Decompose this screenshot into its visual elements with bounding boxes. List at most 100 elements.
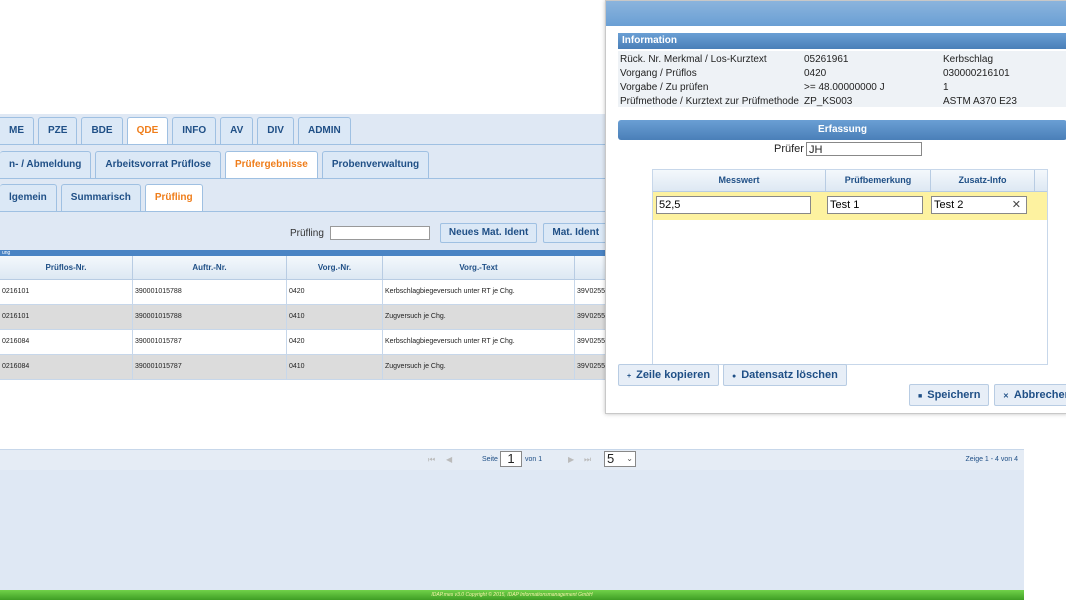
col-auftr-nr[interactable]: Auftr.-Nr.: [133, 256, 287, 279]
cell-vorgangtext: Kerbschlagbiegeversuch unter RT je Chg.: [383, 330, 575, 354]
cell-prueflos: 0216101: [0, 280, 133, 304]
pager: ⏮ ◀ Seite 1 von 1 ▶ ⏭ 5 ⌄ Zeige 1 - 4 von…: [0, 449, 1024, 470]
tab-summarisch[interactable]: Summarisch: [60, 184, 141, 211]
tab-av[interactable]: AV: [220, 117, 254, 144]
mat-ident-button[interactable]: Mat. Ident: [543, 223, 609, 243]
von-label: von 1: [525, 456, 543, 463]
cell-prueflos: 0216084: [0, 355, 133, 379]
info-label: Prüfmethode / Kurztext zur Prüfmethode: [620, 96, 799, 107]
info-section-title: Information: [618, 33, 1066, 49]
page-size-select[interactable]: 5 ⌄: [604, 451, 636, 467]
plus-icon: +: [627, 373, 632, 380]
abbrechen-label: Abbrechen: [1013, 389, 1066, 401]
tab-abmeldung[interactable]: n- / Abmeldung: [0, 151, 92, 178]
datensatz-loeschen-button[interactable]: ● Datensatz löschen: [723, 364, 847, 386]
speichern-button[interactable]: ■ Speichern: [909, 384, 990, 406]
info-value: 05261961: [804, 54, 849, 65]
cell-vorgang: 0420: [287, 330, 383, 354]
cell-vorgang: 0410: [287, 355, 383, 379]
abbrechen-button[interactable]: ✕ Abbrechen: [994, 384, 1066, 406]
sub-nav: n- / Abmeldung Arbeitsvorrat Prüflose Pr…: [0, 151, 430, 179]
next-page-icon[interactable]: ▶: [568, 455, 574, 464]
cell-messwert: [653, 192, 814, 220]
cell-auftrag: 390001015787: [133, 330, 287, 354]
col-prueflos-nr[interactable]: Prüflos-Nr.: [0, 256, 133, 279]
speichern-label: Speichern: [927, 389, 981, 401]
prev-page-icon[interactable]: ◀: [446, 455, 452, 464]
tab-info[interactable]: INFO: [172, 117, 217, 144]
cell-pruefbemerkung: [824, 192, 926, 220]
info-label: Rück. Nr. Merkmal / Los-Kurztext: [620, 54, 767, 65]
erfassung-section-title: Erfassung: [618, 120, 1066, 140]
info-section: Rück. Nr. Merkmal / Los-Kurztext 0526196…: [618, 51, 1066, 107]
erfassung-header: Messwert Prüfbemerkung Zusatz-Info: [653, 170, 1047, 192]
erfassung-table: Messwert Prüfbemerkung Zusatz-Info ✕: [652, 169, 1048, 365]
pruefer-input[interactable]: JH: [806, 142, 922, 156]
neues-mat-ident-button[interactable]: Neues Mat. Ident: [439, 223, 538, 243]
erfassung-dialog: Information Rück. Nr. Merkmal / Los-Kurz…: [605, 0, 1066, 414]
tab-me[interactable]: ME: [0, 117, 34, 144]
cell-auftrag: 390001015788: [133, 280, 287, 304]
cell-auftrag: 390001015788: [133, 305, 287, 329]
tab-pruefergebnisse[interactable]: Prüfergebnisse: [225, 151, 318, 178]
datensatz-loeschen-label: Datensatz löschen: [741, 369, 838, 381]
main-nav: ME PZE BDE QDE INFO AV DIV ADMIN: [0, 117, 351, 145]
col-messwert[interactable]: Messwert: [653, 170, 826, 191]
dialog-titlebar[interactable]: [606, 1, 1066, 26]
col-scroll: [1035, 170, 1047, 191]
page-size-value: 5: [607, 451, 615, 466]
info-value: 1: [943, 82, 949, 93]
cell-vorgangtext: Zugversuch je Chg.: [383, 305, 575, 329]
footer-copyright: IDAP.mes v3.0 Copyright © 2015, IDAP Inf…: [0, 590, 1024, 600]
info-label: Vorgang / Prüflos: [620, 68, 697, 79]
cell-zusatz-info: ✕: [928, 192, 1030, 220]
save-icon: ■: [918, 393, 923, 400]
tab-pruefling[interactable]: Prüfling: [144, 184, 203, 211]
clear-icon[interactable]: ✕: [1012, 198, 1021, 211]
tab-allgemein[interactable]: lgemein: [0, 184, 57, 211]
info-value: >= 48.00000000 J: [804, 82, 885, 93]
erfassung-row[interactable]: ✕: [653, 192, 1047, 220]
tab-probenverwaltung[interactable]: Probenverwaltung: [321, 151, 430, 178]
cell-vorgang: 0420: [287, 280, 383, 304]
messwert-input[interactable]: [656, 196, 811, 214]
page-input[interactable]: 1: [500, 451, 522, 467]
tab-div[interactable]: DIV: [257, 117, 294, 144]
pruefbemerkung-input[interactable]: [827, 196, 923, 214]
pruefling-input[interactable]: [329, 226, 430, 240]
col-vorg-text[interactable]: Vorg.-Text: [383, 256, 575, 279]
col-pruefbemerkung[interactable]: Prüfbemerkung: [826, 170, 931, 191]
cell-auftrag: 390001015787: [133, 355, 287, 379]
info-value: ASTM A370 E23: [943, 96, 1017, 107]
cell-vorgangtext: Zugversuch je Chg.: [383, 355, 575, 379]
zeile-kopieren-button[interactable]: + Zeile kopieren: [618, 364, 720, 386]
zeile-kopieren-label: Zeile kopieren: [636, 369, 711, 381]
record-count: Zeige 1 - 4 von 4: [965, 456, 1018, 463]
seite-label: Seite: [482, 456, 498, 463]
col-vorg-nr[interactable]: Vorg.-Nr.: [287, 256, 383, 279]
info-value: 0420: [804, 68, 827, 79]
info-value: Kerbschlag: [943, 54, 994, 65]
info-value: ZP_KS003: [804, 96, 853, 107]
cell-prueflos: 0216101: [0, 305, 133, 329]
chevron-down-icon: ⌄: [626, 454, 633, 463]
tab-qde[interactable]: QDE: [126, 117, 169, 144]
tab-arbeitsvorrat[interactable]: Arbeitsvorrat Prüflose: [95, 151, 221, 178]
pruefling-label: Prüfling: [290, 227, 324, 239]
pruefer-label: Prüfer: [774, 143, 804, 155]
tab-pze[interactable]: PZE: [38, 117, 78, 144]
first-page-icon[interactable]: ⏮: [428, 455, 435, 465]
delete-icon: ●: [732, 373, 737, 380]
close-icon: ✕: [1003, 393, 1009, 400]
tab-admin[interactable]: ADMIN: [297, 117, 351, 144]
info-label: Vorgabe / Zu prüfen: [620, 82, 709, 93]
col-zusatz-info[interactable]: Zusatz-Info: [931, 170, 1035, 191]
cell-vorgangtext: Kerbschlagbiegeversuch unter RT je Chg.: [383, 280, 575, 304]
result-nav: lgemein Summarisch Prüfling: [0, 184, 203, 212]
cell-vorgang: 0410: [287, 305, 383, 329]
last-page-icon[interactable]: ⏭: [584, 455, 591, 465]
toolbar: Prüfling Neues Mat. Ident Mat. Ident B: [290, 223, 640, 243]
info-value: 030000216101: [943, 68, 1010, 79]
cell-prueflos: 0216084: [0, 330, 133, 354]
tab-bde[interactable]: BDE: [81, 117, 123, 144]
